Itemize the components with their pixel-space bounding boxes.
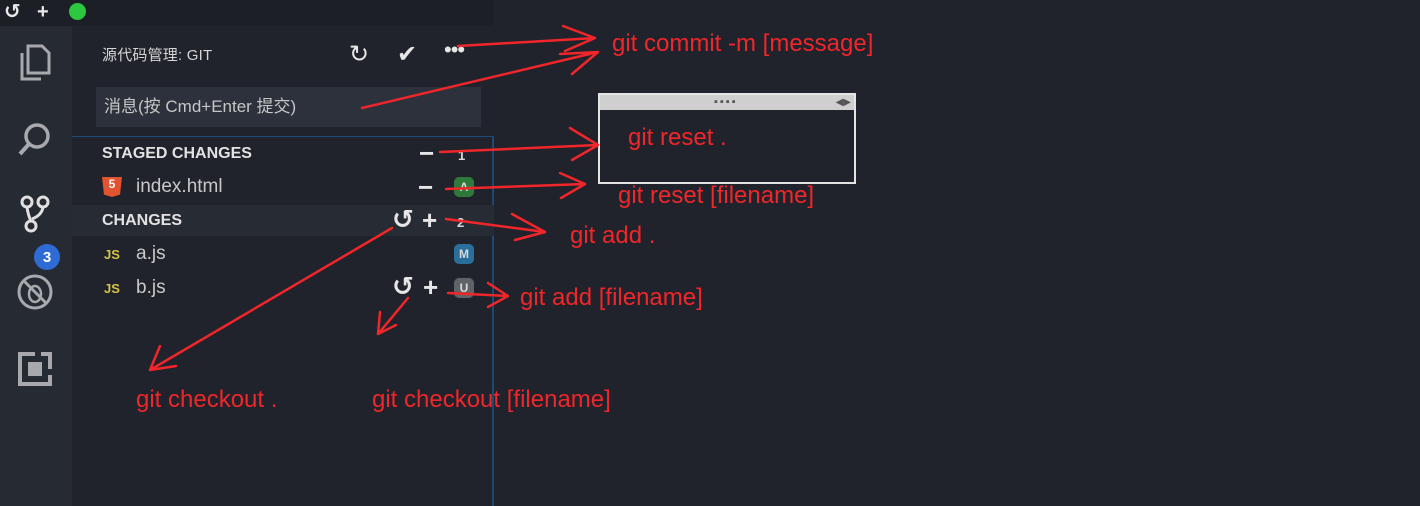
annotation-add-file: git add [filename] xyxy=(520,284,703,311)
status-badge-added: A xyxy=(454,177,474,197)
focus-border xyxy=(492,136,494,506)
annotation-checkout-all: git checkout . xyxy=(136,386,278,413)
stage-file-icon[interactable]: + xyxy=(423,274,438,300)
commit-message-input[interactable]: 消息(按 Cmd+Enter 提交) xyxy=(96,87,481,127)
annotation-add-all: git add . xyxy=(570,222,656,249)
annotation-checkout-file: git checkout [filename] xyxy=(372,386,611,413)
file-name: a.js xyxy=(136,243,166,264)
source-control-icon[interactable] xyxy=(15,194,55,234)
scm-sidebar: 源代码管理: GIT ↻ ✔ ••• 消息(按 Cmd+Enter 提交) ST… xyxy=(72,26,494,506)
discard-all-icon[interactable]: ↺ xyxy=(392,206,414,232)
plus-icon[interactable]: + xyxy=(37,1,49,23)
staged-count: 1 xyxy=(458,148,466,163)
file-name: index.html xyxy=(136,176,223,197)
annotation-commit: git commit -m [message] xyxy=(612,30,874,57)
search-icon[interactable] xyxy=(15,119,55,159)
staged-file-index-html[interactable]: 5 index.html xyxy=(102,176,223,198)
stage-all-icon[interactable]: + xyxy=(422,207,437,233)
javascript-icon: JS xyxy=(104,280,120,296)
discard-file-icon[interactable]: ↺ xyxy=(392,273,414,299)
file-name: b.js xyxy=(136,277,166,298)
status-badge-modified: M xyxy=(454,244,474,264)
changed-file-b-js[interactable]: JS b.js xyxy=(102,277,166,299)
debug-icon[interactable] xyxy=(15,272,55,312)
unstage-all-button[interactable]: − xyxy=(419,140,434,166)
refresh-icon[interactable]: ↻ xyxy=(349,42,369,68)
status-dot xyxy=(69,3,86,20)
explorer-icon[interactable] xyxy=(15,42,55,82)
more-icon[interactable]: ••• xyxy=(444,37,465,63)
changes-count: 2 xyxy=(457,215,465,230)
drag-handle-icon[interactable]: ▪▪▪▪ xyxy=(714,97,738,108)
source-control-badge: 3 xyxy=(34,244,60,270)
html5-icon: 5 xyxy=(102,177,122,197)
panel-divider xyxy=(72,136,494,137)
undo-icon[interactable]: ↺ xyxy=(4,1,21,23)
changes-header[interactable]: CHANGES xyxy=(102,212,182,230)
annotation-reset-file: git reset [filename] xyxy=(618,182,815,209)
changed-file-a-js[interactable]: JS a.js xyxy=(102,243,166,265)
commit-check-icon[interactable]: ✔ xyxy=(397,42,417,68)
staged-changes-header[interactable]: STAGED CHANGES xyxy=(102,145,252,163)
extensions-icon[interactable] xyxy=(15,349,55,389)
mini-window-titlebar[interactable]: ▪▪▪▪ ◀▶ xyxy=(600,95,854,110)
activity-bar: 3 xyxy=(0,26,72,506)
javascript-icon: JS xyxy=(104,246,120,262)
status-badge-untracked: U xyxy=(454,278,474,298)
annotation-reset-all: git reset . xyxy=(628,124,727,151)
title-bar: ↺ + xyxy=(0,0,494,26)
resize-arrows-icon[interactable]: ◀▶ xyxy=(836,95,851,110)
scm-title: 源代码管理: GIT xyxy=(102,47,213,64)
unstage-file-button[interactable]: − xyxy=(418,174,433,200)
